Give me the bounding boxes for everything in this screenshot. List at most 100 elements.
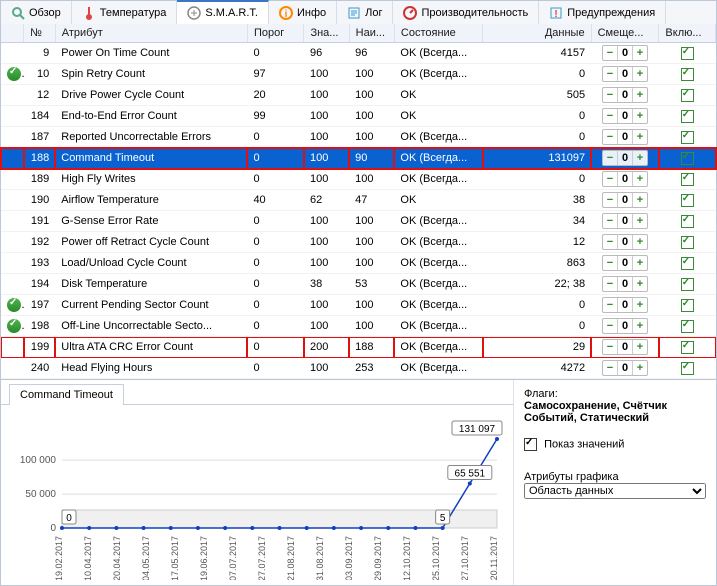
minus-icon[interactable]: −	[603, 67, 618, 81]
offset-stepper[interactable]: −0+	[602, 234, 648, 250]
minus-icon[interactable]: −	[603, 319, 618, 333]
col-value[interactable]: Зна...	[304, 24, 349, 43]
minus-icon[interactable]: −	[603, 298, 618, 312]
col-include[interactable]: Вклю...	[659, 24, 716, 43]
include-checkbox[interactable]	[681, 215, 694, 228]
offset-stepper[interactable]: −0+	[602, 360, 648, 376]
plus-icon[interactable]: +	[633, 67, 647, 81]
include-checkbox[interactable]	[681, 341, 694, 354]
minus-icon[interactable]: −	[603, 214, 618, 228]
minus-icon[interactable]: −	[603, 277, 618, 291]
minus-icon[interactable]: −	[603, 88, 618, 102]
offset-stepper[interactable]: −0+	[602, 87, 648, 103]
minus-icon[interactable]: −	[603, 151, 618, 165]
plus-icon[interactable]: +	[633, 319, 647, 333]
plus-icon[interactable]: +	[633, 193, 647, 207]
include-checkbox[interactable]	[681, 194, 694, 207]
table-row[interactable]: 197Current Pending Sector Count0100100OK…	[1, 295, 716, 316]
col-status[interactable]	[1, 24, 24, 43]
include-checkbox[interactable]	[681, 89, 694, 102]
include-checkbox[interactable]	[681, 299, 694, 312]
minus-icon[interactable]: −	[603, 130, 618, 144]
plus-icon[interactable]: +	[633, 235, 647, 249]
tab-overview[interactable]: Обзор	[1, 1, 72, 24]
col-state[interactable]: Состояние	[394, 24, 482, 43]
plus-icon[interactable]: +	[633, 298, 647, 312]
plus-icon[interactable]: +	[633, 340, 647, 354]
tab-perf[interactable]: Производительность	[393, 1, 539, 24]
offset-stepper[interactable]: −0+	[602, 318, 648, 334]
table-row[interactable]: 240Head Flying Hours0100253OK (Всегда...…	[1, 358, 716, 379]
tab-info[interactable]: iИнфо	[269, 1, 337, 24]
table-row[interactable]: 192Power off Retract Cycle Count0100100O…	[1, 232, 716, 253]
table-row[interactable]: 198Off-Line Uncorrectable Secto...010010…	[1, 316, 716, 337]
offset-stepper[interactable]: −0+	[602, 255, 648, 271]
table-row[interactable]: 199Ultra ATA CRC Error Count0200188OK (В…	[1, 337, 716, 358]
plus-icon[interactable]: +	[633, 256, 647, 270]
include-checkbox[interactable]	[681, 257, 694, 270]
tab-log[interactable]: Лог	[337, 1, 393, 24]
table-row[interactable]: 190Airflow Temperature406247OK38−0+	[1, 190, 716, 211]
offset-stepper[interactable]: −0+	[602, 45, 648, 61]
include-checkbox[interactable]	[681, 152, 694, 165]
include-checkbox[interactable]	[681, 47, 694, 60]
table-row[interactable]: 189High Fly Writes0100100OK (Всегда...0−…	[1, 169, 716, 190]
minus-icon[interactable]: −	[603, 256, 618, 270]
minus-icon[interactable]: −	[603, 361, 618, 375]
table-row[interactable]: 187Reported Uncorrectable Errors0100100O…	[1, 127, 716, 148]
offset-stepper[interactable]: −0+	[602, 192, 648, 208]
tab-warn[interactable]: !Предупреждения	[539, 1, 666, 24]
table-row[interactable]: 193Load/Unload Cycle Count0100100OK (Все…	[1, 253, 716, 274]
minus-icon[interactable]: −	[603, 109, 618, 123]
include-checkbox[interactable]	[681, 362, 694, 375]
minus-icon[interactable]: −	[603, 340, 618, 354]
minus-icon[interactable]: −	[603, 193, 618, 207]
minus-icon[interactable]: −	[603, 235, 618, 249]
plus-icon[interactable]: +	[633, 214, 647, 228]
offset-stepper[interactable]: −0+	[602, 213, 648, 229]
include-checkbox[interactable]	[681, 278, 694, 291]
table-row[interactable]: 188Command Timeout010090OK (Всегда...131…	[1, 148, 716, 169]
include-checkbox[interactable]	[681, 131, 694, 144]
minus-icon[interactable]: −	[603, 46, 618, 60]
col-worst[interactable]: Наи...	[349, 24, 394, 43]
plus-icon[interactable]: +	[633, 130, 647, 144]
table-row[interactable]: 184End-to-End Error Count99100100OK0−0+	[1, 106, 716, 127]
offset-stepper[interactable]: −0+	[602, 276, 648, 292]
include-checkbox[interactable]	[681, 110, 694, 123]
table-row[interactable]: 194Disk Temperature03853OK (Всегда...22;…	[1, 274, 716, 295]
plus-icon[interactable]: +	[633, 151, 647, 165]
include-checkbox[interactable]	[681, 320, 694, 333]
offset-stepper[interactable]: −0+	[602, 297, 648, 313]
col-attr[interactable]: Атрибут	[55, 24, 247, 43]
col-data[interactable]: Данные	[483, 24, 592, 43]
table-row[interactable]: 10Spin Retry Count97100100OK (Всегда...0…	[1, 64, 716, 85]
plus-icon[interactable]: +	[633, 361, 647, 375]
table-row[interactable]: 191G-Sense Error Rate0100100OK (Всегда..…	[1, 211, 716, 232]
include-checkbox[interactable]	[681, 236, 694, 249]
tab-temperature[interactable]: Температура	[72, 1, 178, 24]
plus-icon[interactable]: +	[633, 172, 647, 186]
offset-stepper[interactable]: −0+	[602, 66, 648, 82]
plus-icon[interactable]: +	[633, 109, 647, 123]
plus-icon[interactable]: +	[633, 277, 647, 291]
offset-stepper[interactable]: −0+	[602, 171, 648, 187]
table-row[interactable]: 12Drive Power Cycle Count20100100OK505−0…	[1, 85, 716, 106]
col-num[interactable]: №	[24, 24, 56, 43]
tab-smart[interactable]: S.M.A.R.T.	[177, 0, 269, 24]
plus-icon[interactable]: +	[633, 88, 647, 102]
offset-stepper[interactable]: −0+	[602, 129, 648, 145]
table-row[interactable]: 9Power On Time Count09696OK (Всегда...41…	[1, 43, 716, 64]
offset-stepper[interactable]: −0+	[602, 339, 648, 355]
include-checkbox[interactable]	[681, 173, 694, 186]
detail-tab[interactable]: Command Timeout	[9, 384, 124, 405]
include-checkbox[interactable]	[681, 68, 694, 81]
plus-icon[interactable]: +	[633, 46, 647, 60]
col-threshold[interactable]: Порог	[247, 24, 304, 43]
minus-icon[interactable]: −	[603, 172, 618, 186]
chart-attr-select[interactable]: Область данных	[524, 483, 706, 499]
show-values-checkbox[interactable]	[524, 438, 537, 451]
offset-stepper[interactable]: −0+	[602, 108, 648, 124]
col-offset[interactable]: Смеще...	[591, 24, 659, 43]
offset-stepper[interactable]: −0+	[602, 150, 648, 166]
